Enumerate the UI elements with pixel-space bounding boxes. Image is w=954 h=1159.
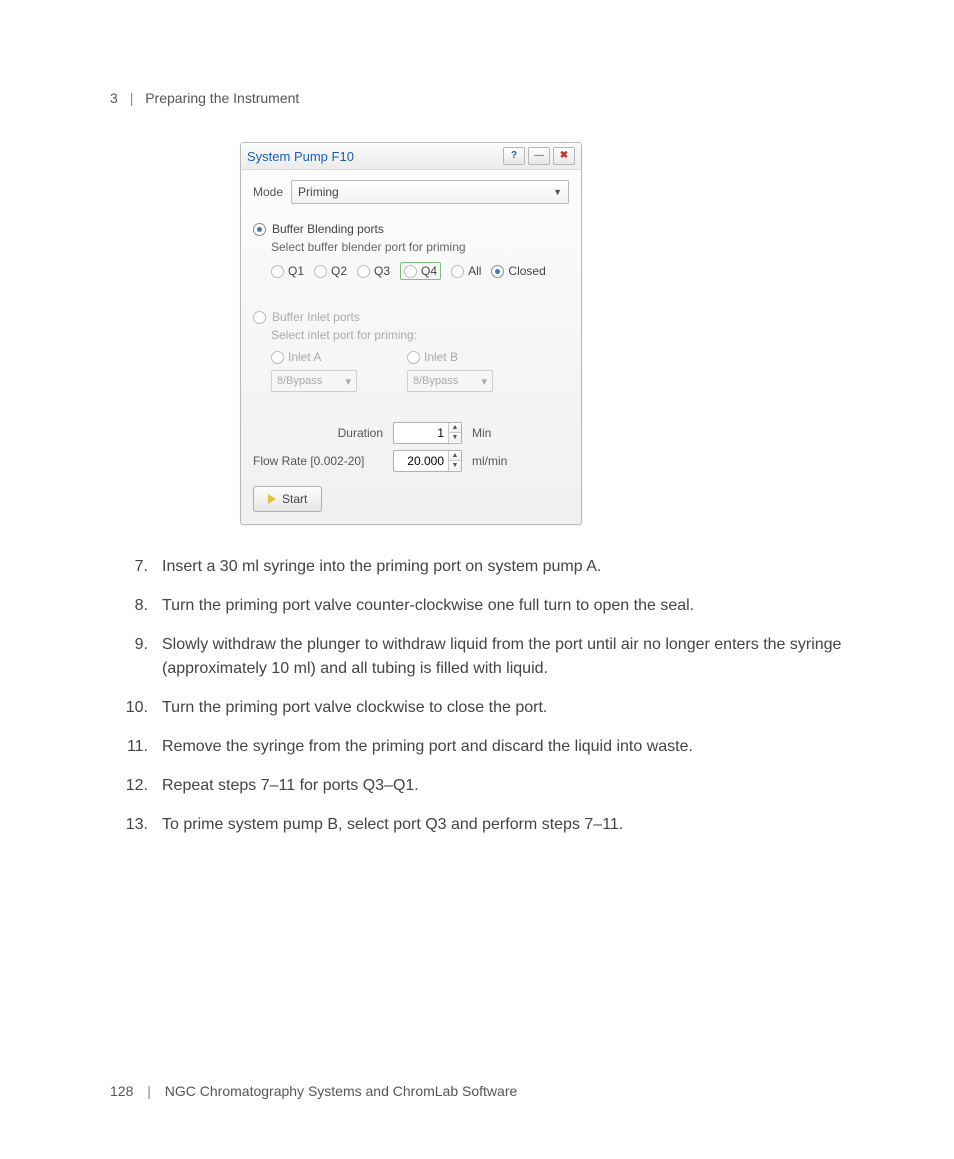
option-label: Q2 (331, 264, 347, 278)
instruction-step: 10.Turn the priming port valve clockwise… (110, 696, 844, 719)
page-footer: 128 | NGC Chromatography Systems and Chr… (110, 1083, 517, 1099)
inlet-a-radio (271, 351, 284, 364)
instruction-list: 7.Insert a 30 ml syringe into the primin… (110, 555, 844, 837)
step-number: 9. (110, 633, 162, 679)
blending-option-closed[interactable]: Closed (491, 264, 545, 278)
buffer-inlet-subtext: Select inlet port for priming: (271, 328, 569, 342)
step-number: 11. (110, 735, 162, 758)
step-number: 13. (110, 813, 162, 836)
play-icon (268, 494, 276, 504)
step-text: To prime system pump B, select port Q3 a… (162, 813, 623, 836)
instruction-step: 7.Insert a 30 ml syringe into the primin… (110, 555, 844, 578)
mode-label: Mode (253, 185, 283, 199)
inlet-a-select: 8/Bypass ▾ (271, 370, 357, 392)
blending-option-q3[interactable]: Q3 (357, 264, 390, 278)
blending-option-q2[interactable]: Q2 (314, 264, 347, 278)
buffer-blending-group: Buffer Blending ports Select buffer blen… (253, 222, 569, 280)
step-number: 10. (110, 696, 162, 719)
mode-value: Priming (298, 185, 339, 199)
radio-icon (271, 265, 284, 278)
flow-rate-spinner[interactable]: ▲▼ (393, 450, 462, 472)
flow-rate-unit: ml/min (472, 454, 507, 468)
inlet-a-label: Inlet A (288, 350, 321, 364)
inlet-b-value: 8/Bypass (413, 375, 458, 387)
option-label: Q1 (288, 264, 304, 278)
step-text: Insert a 30 ml syringe into the priming … (162, 555, 601, 578)
system-pump-dialog: System Pump F10 ? — ✖ Mode Priming ▼ Buf… (240, 142, 582, 525)
option-label: Q4 (421, 264, 437, 278)
inlet-a-option: Inlet A (271, 350, 357, 364)
instruction-step: 12.Repeat steps 7–11 for ports Q3–Q1. (110, 774, 844, 797)
buffer-blending-radio[interactable] (253, 223, 266, 236)
buffer-blending-title: Buffer Blending ports (272, 222, 384, 236)
step-number: 7. (110, 555, 162, 578)
chevron-down-icon: ▼ (553, 187, 562, 197)
chapter-title: Preparing the Instrument (145, 90, 299, 106)
radio-icon (357, 265, 370, 278)
blending-option-all[interactable]: All (451, 264, 481, 278)
option-label: Q3 (374, 264, 390, 278)
start-button[interactable]: Start (253, 486, 322, 512)
page-number: 128 (110, 1083, 133, 1099)
book-title: NGC Chromatography Systems and ChromLab … (165, 1083, 517, 1099)
radio-icon (451, 265, 464, 278)
separator: | (147, 1083, 151, 1099)
duration-input[interactable] (394, 423, 448, 443)
step-text: Turn the priming port valve counter-cloc… (162, 594, 694, 617)
option-label: All (468, 264, 481, 278)
inlet-b-option: Inlet B (407, 350, 493, 364)
inlet-b-radio (407, 351, 420, 364)
blending-option-q4[interactable]: Q4 (400, 262, 441, 280)
close-button[interactable]: ✖ (553, 147, 575, 165)
start-label: Start (282, 492, 307, 506)
inlet-a-value: 8/Bypass (277, 375, 322, 387)
blending-option-q1[interactable]: Q1 (271, 264, 304, 278)
help-button[interactable]: ? (503, 147, 525, 165)
step-number: 12. (110, 774, 162, 797)
spinner-up-icon[interactable]: ▲ (449, 451, 461, 460)
chevron-down-icon: ▾ (481, 375, 487, 388)
chevron-down-icon: ▾ (345, 375, 351, 388)
buffer-blending-subtext: Select buffer blender port for priming (271, 240, 569, 254)
spinner-down-icon[interactable]: ▼ (449, 432, 461, 442)
step-text: Repeat steps 7–11 for ports Q3–Q1. (162, 774, 419, 797)
minimize-button[interactable]: — (528, 147, 550, 165)
radio-icon (404, 265, 417, 278)
chapter-number: 3 (110, 90, 118, 106)
dialog-titlebar: System Pump F10 ? — ✖ (241, 143, 581, 170)
buffer-inlet-group: Buffer Inlet ports Select inlet port for… (253, 310, 569, 392)
flow-rate-label: Flow Rate [0.002-20] (253, 454, 383, 468)
buffer-inlet-radio[interactable] (253, 311, 266, 324)
blending-options-row: Q1 Q2 Q3 Q4 All Closed (271, 262, 569, 280)
instruction-step: 11.Remove the syringe from the priming p… (110, 735, 844, 758)
step-text: Slowly withdraw the plunger to withdraw … (162, 633, 844, 679)
spinner-up-icon[interactable]: ▲ (449, 423, 461, 432)
page-header: 3 | Preparing the Instrument (110, 90, 844, 106)
instruction-step: 8.Turn the priming port valve counter-cl… (110, 594, 844, 617)
duration-unit: Min (472, 426, 491, 440)
radio-icon (314, 265, 327, 278)
option-label: Closed (508, 264, 545, 278)
dialog-title: System Pump F10 (247, 149, 500, 164)
instruction-step: 13.To prime system pump B, select port Q… (110, 813, 844, 836)
step-number: 8. (110, 594, 162, 617)
step-text: Remove the syringe from the priming port… (162, 735, 693, 758)
inlet-b-select: 8/Bypass ▾ (407, 370, 493, 392)
duration-spinner[interactable]: ▲▼ (393, 422, 462, 444)
step-text: Turn the priming port valve clockwise to… (162, 696, 547, 719)
flow-rate-input[interactable] (394, 451, 448, 471)
duration-label: Duration (253, 426, 383, 440)
separator: | (130, 90, 134, 106)
inlet-b-label: Inlet B (424, 350, 458, 364)
spinner-down-icon[interactable]: ▼ (449, 460, 461, 470)
buffer-inlet-title: Buffer Inlet ports (272, 310, 360, 324)
mode-select[interactable]: Priming ▼ (291, 180, 569, 204)
radio-icon (491, 265, 504, 278)
instruction-step: 9.Slowly withdraw the plunger to withdra… (110, 633, 844, 679)
